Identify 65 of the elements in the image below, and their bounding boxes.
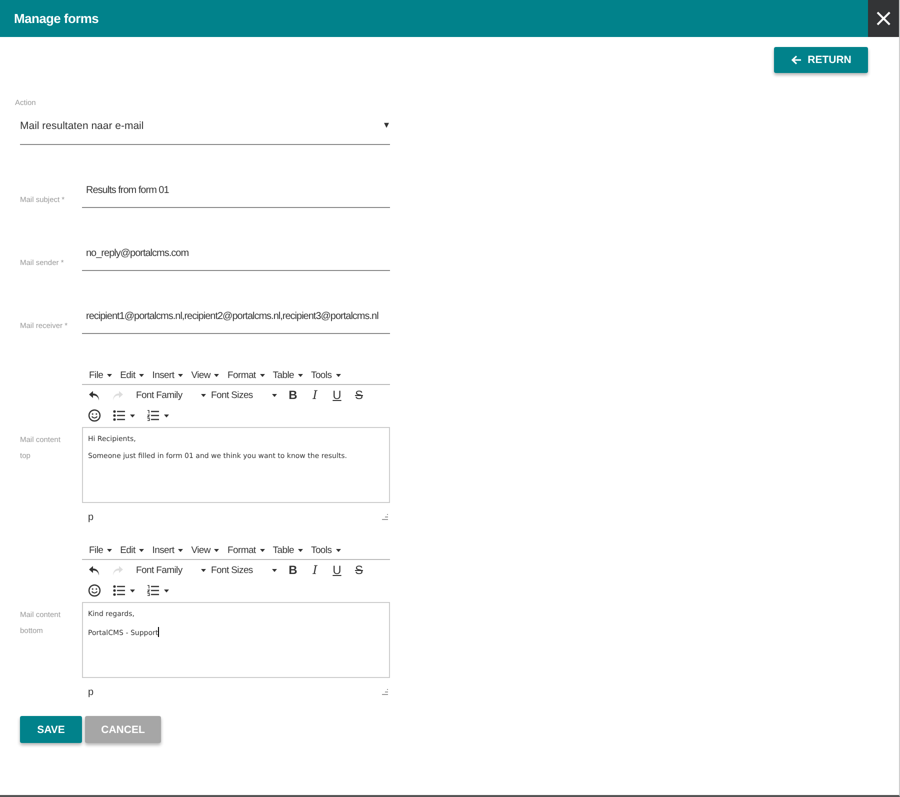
caret-icon <box>107 374 112 376</box>
menu-item[interactable]: View <box>191 370 220 380</box>
input-field[interactable]: Results from form 01 <box>82 185 390 208</box>
numbered-list-icon[interactable] <box>147 584 169 596</box>
caret-icon <box>336 548 341 552</box>
menu-item[interactable]: View <box>191 544 220 556</box>
menu-item[interactable]: Format <box>227 370 265 380</box>
format-button[interactable]: S <box>353 388 365 402</box>
resize-handle-icon[interactable] <box>382 689 388 695</box>
format-button[interactable]: I <box>309 388 321 402</box>
caret-icon <box>298 548 303 552</box>
font-family-dropdown[interactable]: Font Family <box>136 564 206 576</box>
menu-item[interactable]: Edit <box>120 370 144 380</box>
menu-item[interactable]: Format <box>227 544 265 556</box>
action-select[interactable]: Mail resultaten naar e-mail ▾ <box>20 117 390 145</box>
menu-item[interactable]: Tools <box>311 370 341 380</box>
resize-handle-icon[interactable] <box>382 514 388 520</box>
font-size-dropdown[interactable]: Font Sizes <box>211 390 277 400</box>
font-size-dropdown[interactable]: Font Sizes <box>211 564 277 576</box>
element-path: p <box>88 686 94 698</box>
caret-icon <box>178 374 184 376</box>
caret-icon <box>260 374 265 376</box>
format-button[interactable]: B <box>287 563 299 577</box>
caret-icon <box>272 568 277 572</box>
menu-item[interactable]: Table <box>272 370 303 380</box>
font-family-dropdown[interactable]: Font Family <box>136 390 206 400</box>
return-button[interactable]: RETURN <box>774 47 868 73</box>
menu-item[interactable]: Insert <box>152 370 184 380</box>
caret-icon <box>214 374 220 376</box>
menu-item[interactable]: File <box>89 370 112 380</box>
smiley-icon[interactable] <box>88 584 101 596</box>
caret-icon <box>336 374 341 376</box>
arrow-left-icon <box>790 55 802 65</box>
menu-item[interactable]: File <box>89 544 112 556</box>
input-field[interactable]: recipient1@portalcms.nl,recipient2@portalcms.nl,recipient3@portalcms.nl <box>82 311 390 334</box>
caret-icon <box>201 568 206 572</box>
element-path: p <box>88 512 94 522</box>
caret-icon <box>272 394 277 396</box>
format-button[interactable]: U <box>331 563 343 577</box>
caret-icon <box>201 394 206 396</box>
caret-icon <box>214 548 220 552</box>
undo-icon[interactable] <box>88 390 100 400</box>
window-title: Manage forms <box>13 11 99 26</box>
menu-item[interactable]: Table <box>272 544 303 556</box>
menu-item[interactable]: Insert <box>152 544 184 556</box>
input-field[interactable]: no_reply@portalcms.com <box>82 248 390 271</box>
close-button[interactable]: × <box>868 0 899 37</box>
caret-icon <box>260 548 265 552</box>
format-button[interactable]: U <box>331 388 343 402</box>
menu-item[interactable]: Tools <box>311 544 341 556</box>
undo-icon[interactable] <box>88 564 100 576</box>
caret-icon <box>178 548 184 552</box>
format-button[interactable]: I <box>309 563 321 577</box>
format-button[interactable]: S <box>353 563 365 577</box>
numbered-list-icon[interactable] <box>147 410 169 420</box>
save-button[interactable]: SAVE <box>20 716 82 743</box>
caret-icon <box>139 548 144 552</box>
smiley-icon[interactable] <box>88 408 101 422</box>
menu-item[interactable]: Edit <box>120 544 144 556</box>
caret-icon <box>298 374 303 376</box>
caret-icon <box>139 374 144 376</box>
format-button[interactable]: B <box>287 388 299 402</box>
caret-icon <box>107 548 112 552</box>
bullet-list-icon[interactable] <box>113 410 135 420</box>
bullet-list-icon[interactable] <box>113 584 135 596</box>
